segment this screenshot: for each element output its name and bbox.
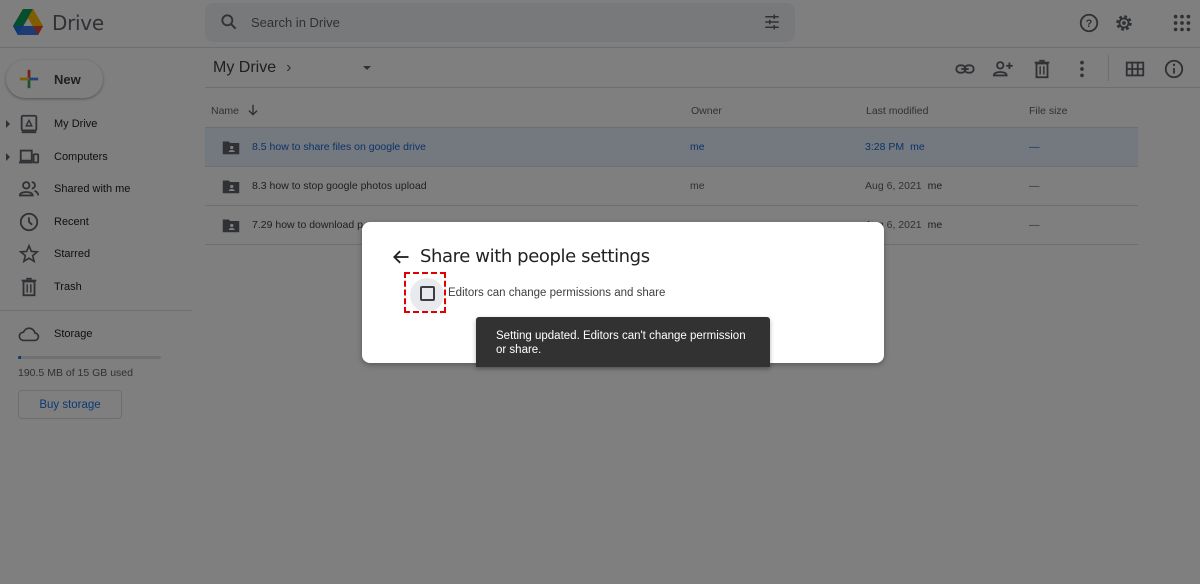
back-arrow-icon[interactable]: [391, 247, 411, 267]
editors-can-share-label[interactable]: Editors can change permissions and share: [448, 287, 665, 299]
toast-message-line2: or share.: [496, 344, 542, 356]
toast-message-line1: Setting updated. Editors can't change pe…: [496, 330, 746, 342]
dialog-title: Share with people settings: [420, 246, 650, 267]
annotation-highlight-box: [404, 272, 446, 313]
toast-notification: Setting updated. Editors can't change pe…: [476, 317, 770, 367]
